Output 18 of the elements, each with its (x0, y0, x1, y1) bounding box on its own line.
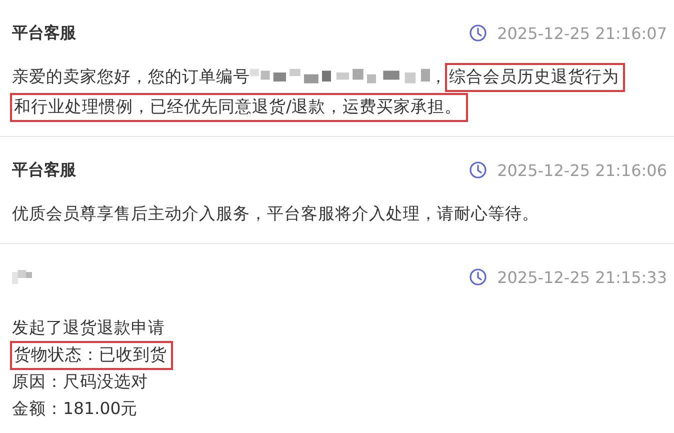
message-text: 发起了退货退款申请 (12, 318, 165, 337)
clock-icon (469, 161, 488, 179)
message-text: 和行业处理惯例，已经优先同意退货/退款，运费买家承担。 (10, 93, 468, 122)
message-time: 2025-12-25 21:16:07 (497, 24, 667, 42)
message-text: 货物状态：已收到货 (10, 341, 173, 370)
message-text: ， (430, 67, 447, 86)
message-text: 综合会员历史退货行为 (445, 63, 625, 92)
message-time: 2025-12-25 21:15:33 (497, 268, 667, 286)
clock-icon (469, 24, 488, 42)
message-time: 2025-12-25 21:16:06 (497, 160, 667, 180)
message-text: 亲爱的卖家您好，您的订单编号 (12, 67, 250, 86)
message-text: 原因：尺码没选对 (12, 372, 148, 391)
clock-icon (469, 268, 488, 286)
blurred-name-drawing (12, 270, 32, 284)
sender-name: 平台客服 (12, 22, 76, 44)
message-text: 金额：181.00元 (12, 399, 138, 418)
sender-name: 平台客服 (12, 160, 76, 180)
message-text: 优质会员尊享售后主动介入服务，平台客服将介入处理，请耐心等待。 (12, 204, 539, 223)
